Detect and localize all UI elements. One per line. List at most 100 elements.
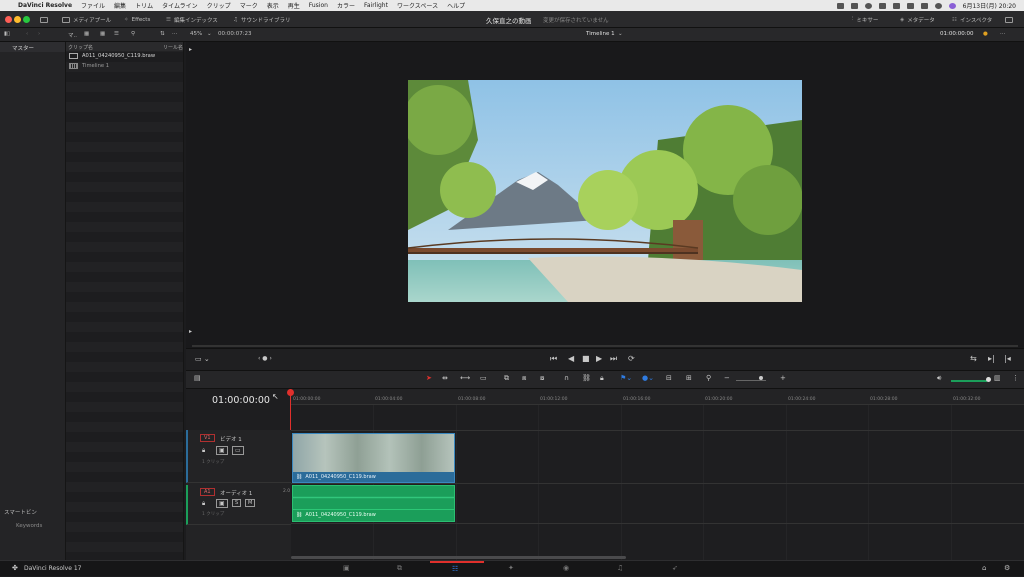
next-edit-icon[interactable]: ▸| [988,354,995,363]
speaker-icon[interactable]: 🔊︎ [937,374,941,383]
menu-playback[interactable]: 再生 [288,1,300,10]
video-enable-icon[interactable]: ▭ [232,446,244,455]
play-reverse-icon[interactable]: ◀ [568,354,574,363]
wifi-icon[interactable] [906,2,914,9]
timeline-view-options-icon[interactable]: ▤ [194,374,201,382]
column-reel-name[interactable]: リール名 [163,44,183,51]
flag-icon[interactable]: ⚑⌄ [620,374,632,382]
menu-mark[interactable]: マーク [240,1,258,10]
fullscreen-icon[interactable] [1005,15,1013,24]
zoom-window-button[interactable] [23,16,30,23]
volume-slider-handle[interactable] [986,377,991,382]
marker-icon[interactable]: ●⌄ [642,374,654,382]
play-icon[interactable]: ▶ [596,354,602,363]
menu-file[interactable]: ファイル [81,1,105,10]
timeline-selector[interactable]: Timeline 1 [586,31,615,37]
list-item[interactable]: Timeline 1 [66,61,183,71]
monitor-icon[interactable] [40,15,48,24]
viewer-options-icon[interactable]: ▭ ⌄ [195,355,210,363]
mixer-button[interactable]: ⫶ ミキサー [852,15,878,24]
video-clip[interactable]: ⛓ A011_04240950_C119.braw [292,433,455,483]
insert-clip-icon[interactable]: ⧉ [504,374,509,383]
list-item[interactable]: A011_04240950_C119.braw [66,51,183,61]
match-frame-icon[interactable]: ⇆ [970,354,977,363]
bin-master[interactable]: マスター [0,42,65,52]
chevron-down-icon[interactable]: ⌄ [207,31,212,37]
edit-index-button[interactable]: ☰ 編集インデックス [166,15,218,24]
audio-track-header[interactable]: A1 オーディオ 1 2.0 🔒︎ ▣ S M 1 クリップ [186,485,291,525]
zoom-custom-icon[interactable]: ⚲ [706,374,711,382]
auto-track-icon[interactable]: ▣ [216,446,228,455]
linked-selection-icon[interactable]: ⛓ [582,374,591,382]
page-deliver-icon[interactable]: ➶ [672,564,678,572]
column-clip-name[interactable]: クリップ名 [68,45,93,51]
media-pool-button[interactable]: メディアプール [62,15,111,24]
jog-control[interactable]: ‹ ● › [258,355,272,362]
back-icon[interactable]: ‹ [26,31,28,37]
zoom-level[interactable]: 45% [190,31,202,37]
timeline-ruler[interactable]: 01:00:00:00 01:00:04:00 01:00:08:00 01:0… [291,389,1024,405]
zoom-full-icon[interactable]: ⊟ [666,374,672,382]
clock[interactable]: 6月13日(月) 20:20 [963,1,1016,10]
page-fusion-icon[interactable]: ✦ [508,564,514,572]
track-name[interactable]: オーディオ 1 [220,489,252,497]
sort-icon[interactable]: ⇅ [160,31,165,37]
grid-view-icon[interactable]: ▦ [100,31,105,37]
zoom-detail-icon[interactable]: ⊞ [686,374,692,382]
sidebar-toggle-icon[interactable]: ▮▯ [4,31,10,37]
status-icon[interactable] [850,2,858,9]
panel-collapse-icon[interactable]: ▸ [189,46,192,53]
status-icon[interactable] [864,2,872,9]
timeline-area[interactable]: 01:00:00:00 01:00:00:00 01:00:04:00 01:0… [186,389,1024,560]
lock-icon[interactable]: 🔒︎ [202,447,205,455]
siri-icon[interactable] [948,2,956,9]
effects-button[interactable]: ✧ Effects [124,15,150,24]
snapping-icon[interactable]: ∩ [564,374,569,382]
playhead-handle[interactable] [287,389,294,396]
overwrite-clip-icon[interactable]: ⧈ [522,374,526,383]
page-color-icon[interactable]: ◉ [563,564,569,572]
selection-tool-icon[interactable]: ➤ [426,374,432,382]
video-track-header[interactable]: V1 ビデオ 1 🔒︎ ▣ ▭ 1 クリップ [186,430,291,483]
forward-icon[interactable]: › [38,31,40,37]
go-to-start-icon[interactable]: ⏮ [550,354,557,364]
list-view-icon[interactable]: ☰ [114,31,119,37]
page-media-icon[interactable]: ▣ [343,564,350,572]
previous-edit-icon[interactable]: |◂ [1004,354,1011,363]
close-window-button[interactable] [5,16,12,23]
inspector-button[interactable]: ☷ インスペクタ [952,15,992,24]
menu-fusion[interactable]: Fusion [309,2,328,9]
control-center-icon[interactable] [920,2,928,9]
color-icon[interactable]: ● [983,31,988,37]
app-menu[interactable]: DaVinci Resolve [18,2,72,9]
blade-tool-icon[interactable]: ▭ [480,374,487,382]
menu-color[interactable]: カラー [337,1,355,10]
menu-fairlight[interactable]: Fairlight [364,2,388,9]
menu-trim[interactable]: トリム [135,1,153,10]
menu-help[interactable]: ヘルプ [447,1,465,10]
mute-button[interactable]: M [245,499,256,507]
zoom-slider[interactable] [736,380,766,381]
page-fairlight-icon[interactable]: ♫ [617,564,623,572]
more-options-icon[interactable]: ⋯ [1000,31,1006,37]
zoom-slider-handle[interactable] [759,376,763,380]
track-id-badge[interactable]: V1 [200,434,215,442]
menu-edit[interactable]: 編集 [114,1,126,10]
loop-icon[interactable]: ⟳ [628,354,635,363]
audio-clip[interactable]: ⛓ A011_04240950_C119.braw [292,485,455,522]
status-icon[interactable] [836,2,844,9]
menu-clip[interactable]: クリップ [207,1,231,10]
zoom-in-icon[interactable]: + [780,374,786,382]
smart-bin-keywords[interactable]: Keywords [16,523,42,529]
auto-track-icon[interactable]: ▣ [216,499,228,508]
bin-path[interactable]: マ.. [68,31,77,39]
page-cut-icon[interactable]: ⧉ [397,564,402,573]
more-options-icon[interactable]: ⋯ [172,31,178,37]
viewer-scrubber[interactable] [192,345,1018,347]
track-id-badge[interactable]: A1 [200,488,215,496]
lock-icon[interactable]: 🔒︎ [202,500,205,508]
settings-icon[interactable]: ⚙ [1004,564,1010,572]
audio-meter-icon[interactable]: ▥ [994,374,1001,382]
more-options-icon[interactable]: ⋮ [1012,374,1019,382]
chevron-down-icon[interactable]: ⌄ [618,31,623,37]
